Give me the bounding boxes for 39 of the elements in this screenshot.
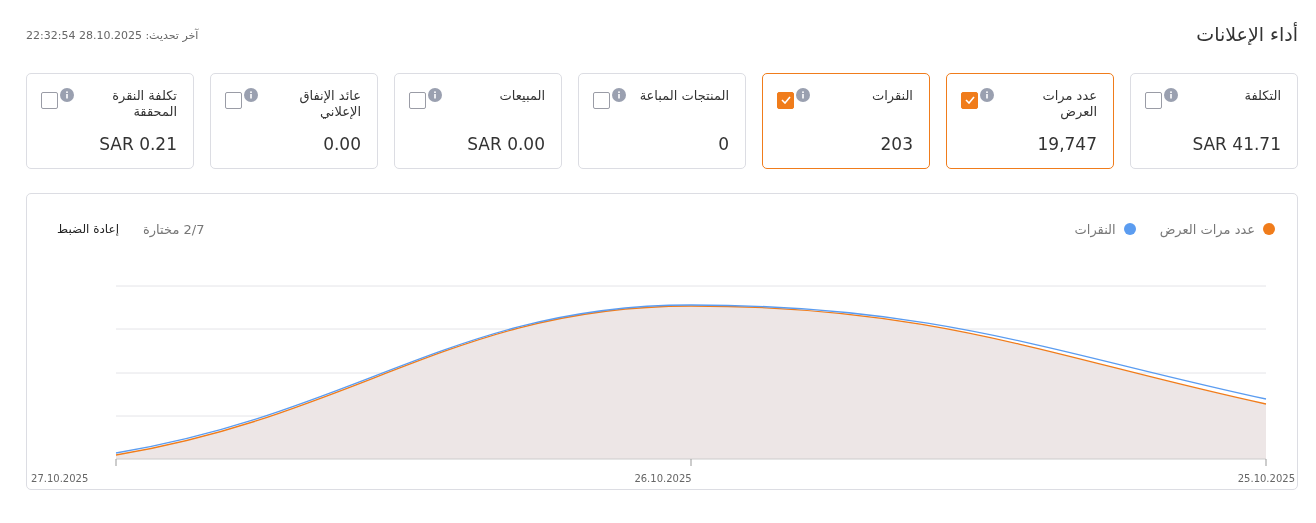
metric-value: SAR 0.00 [466,133,545,156]
metric-label: عدد مرات العرض [1041,87,1097,120]
axis-label: 26.10.2025 [634,472,692,486]
metric-value: 0 [717,133,729,156]
page-title: أداء الإعلانات [1196,21,1298,47]
info-icon[interactable] [244,87,258,102]
metric-value: 203 [879,133,913,156]
legend-label: النقرات [1074,220,1116,239]
metric-label: المبيعات [498,87,545,104]
info-icon[interactable] [796,87,810,102]
metric-label: المنتجات المباعة [638,87,729,104]
axis-label: 25.10.2025 [1237,472,1295,486]
legend-label: عدد مرات العرض [1159,220,1255,239]
checkbox[interactable] [41,91,58,109]
selected-count: 2/7 مختارة [143,220,205,239]
check-icon [780,96,791,104]
info-icon[interactable] [1164,87,1178,102]
check-icon [964,96,975,104]
checkbox[interactable] [961,91,978,109]
info-icon[interactable] [60,87,74,102]
metric-label: النقرات [870,87,913,104]
axis-label: 27.10.2025 [31,472,89,486]
checkbox[interactable] [593,91,610,109]
info-icon[interactable] [428,87,442,102]
metric-label: تكلفة النقرة المحققة [111,87,177,120]
reset-button[interactable]: إعادة الضبط [57,220,119,239]
metric-value: SAR 41.71 [1191,133,1281,156]
info-icon[interactable] [612,87,626,102]
metric-label: التكلفة [1243,87,1281,104]
last-updated-text: آخر تحديث: 28.10.2025 22:32:54 [26,28,199,44]
metric-value: SAR 0.21 [98,133,177,156]
metric-value: 19,747 [1036,133,1097,156]
checkbox[interactable] [225,91,242,109]
checkbox[interactable] [409,91,426,109]
info-icon[interactable] [980,87,994,102]
metric-label: عائد الإنفاق الإعلاني [298,87,361,120]
checkbox[interactable] [1145,91,1162,109]
metric-value: 0.00 [322,133,361,156]
checkbox[interactable] [777,91,794,109]
